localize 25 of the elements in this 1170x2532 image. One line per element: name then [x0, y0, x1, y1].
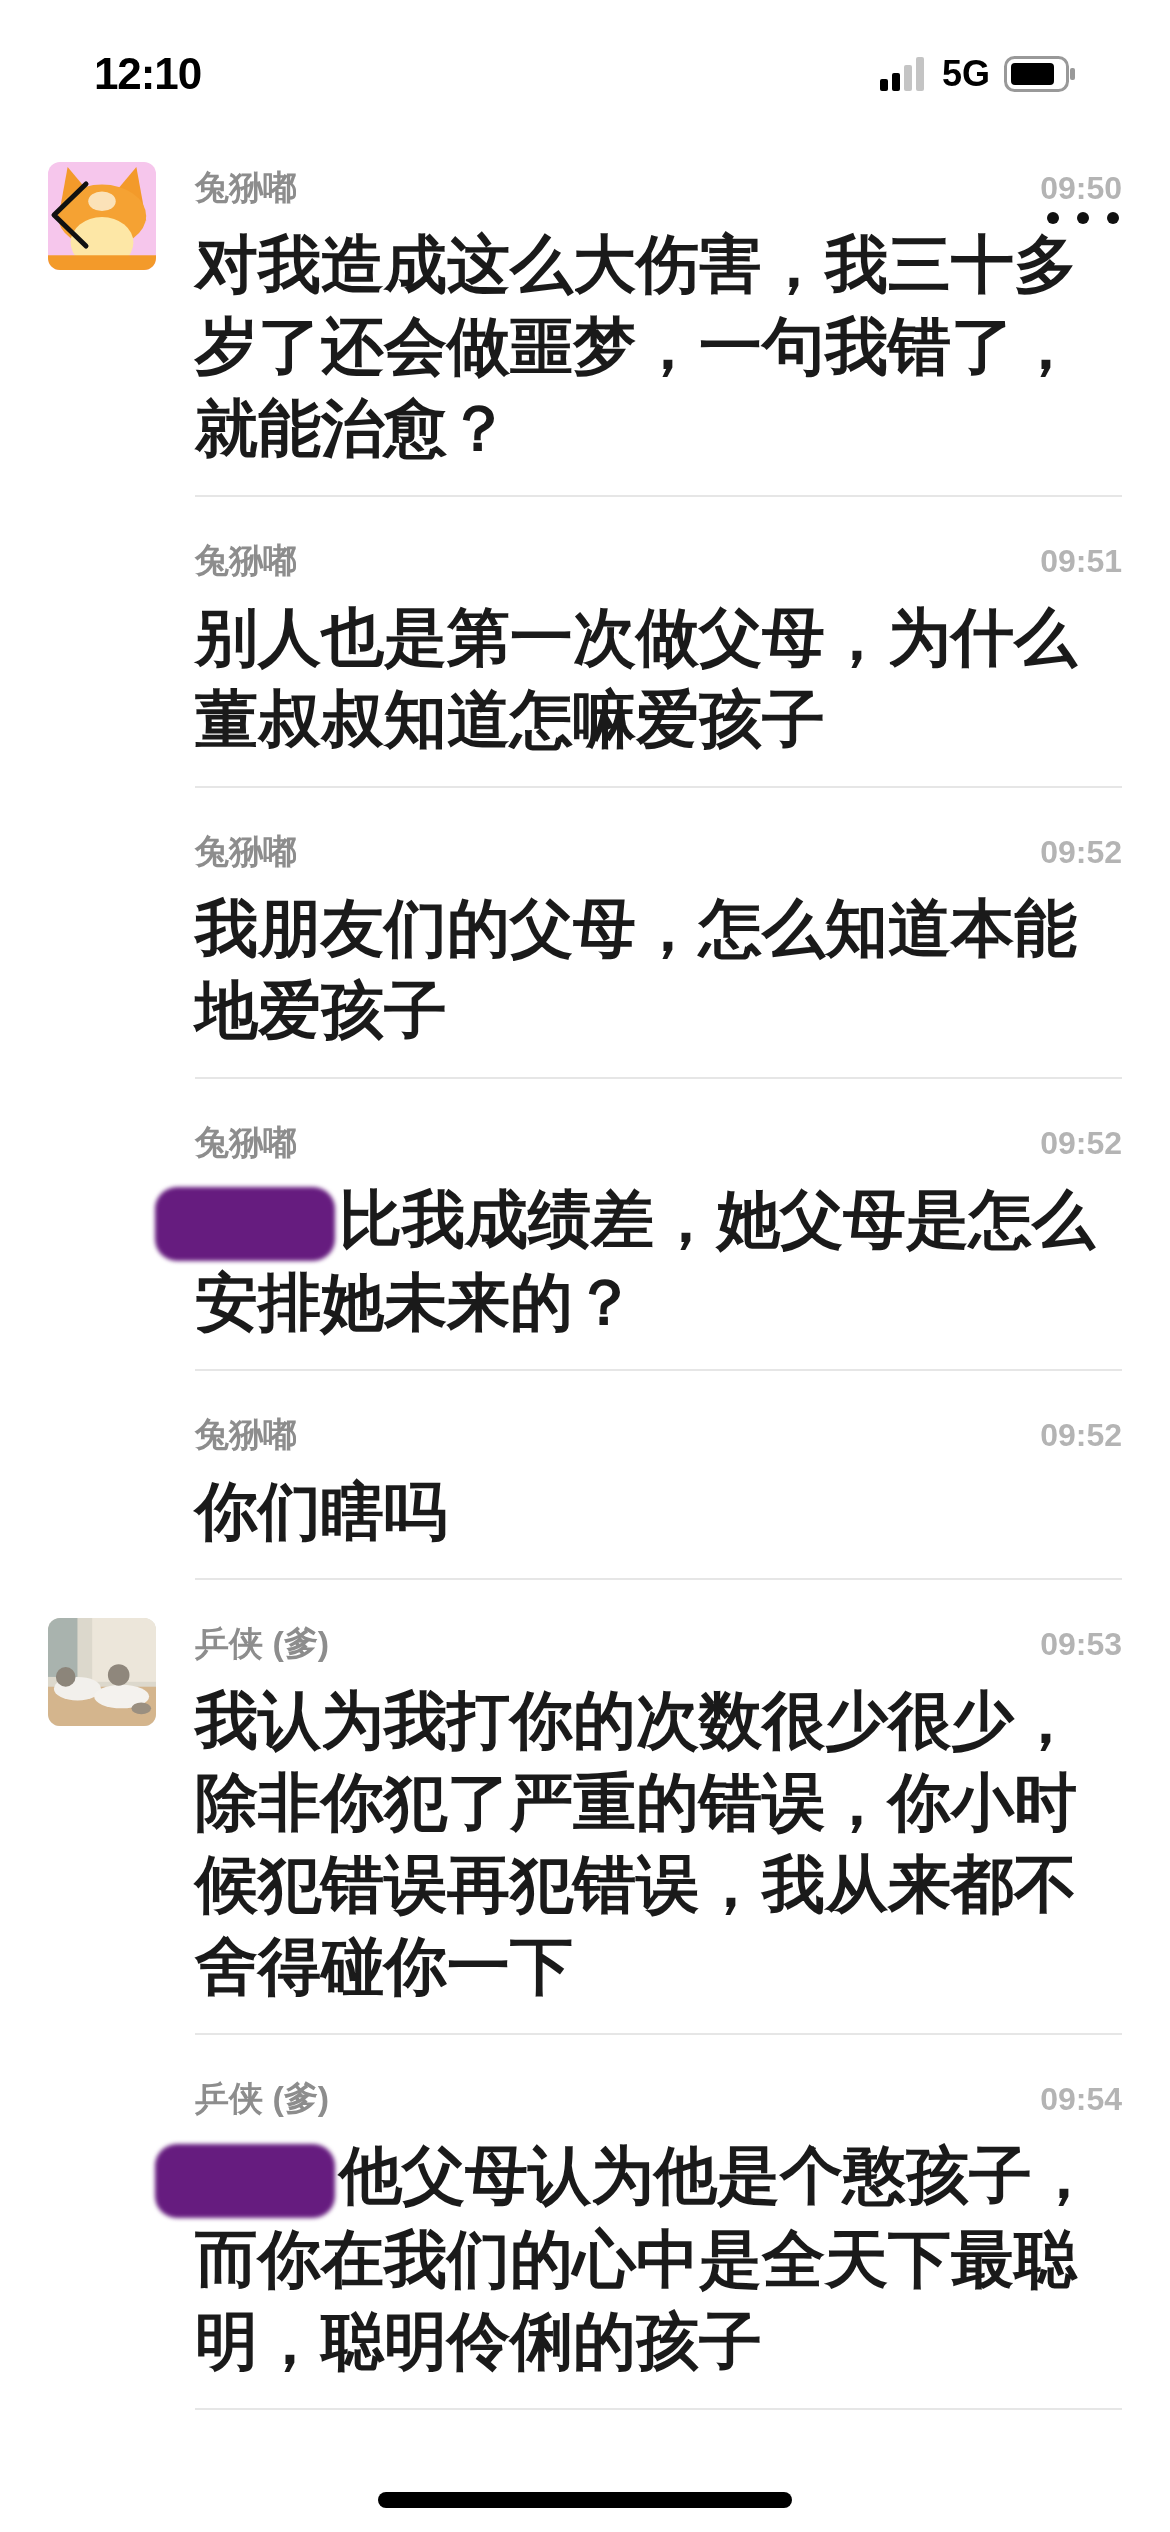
- sender-name: 兔狲嘟: [195, 1122, 297, 1163]
- status-time: 12:10: [94, 48, 202, 100]
- network-label: 5G: [941, 52, 990, 96]
- sender-name: 兔狲嘟: [195, 831, 297, 872]
- message-text: 比我成绩差，她父母是怎么安排她未来的？: [195, 1178, 1095, 1344]
- more-icon[interactable]: [1047, 212, 1119, 224]
- sender-name: 乒侠 (爹): [195, 1623, 330, 1665]
- message-text: 你们瞎吗: [195, 1475, 448, 1549]
- message-text: 别人也是第一次做父母，为什么董叔叔知道怎嘛爱孩子: [195, 601, 1079, 756]
- sender-name: 乒侠 (爹): [195, 2078, 330, 2120]
- sender-name: 兔狲嘟: [195, 540, 297, 581]
- message-text: 他父母认为他是个憨孩子，而你在我们的心中是全天下最聪明，聪明伶俐的孩子: [195, 2134, 1095, 2382]
- message-time: 09:52: [1040, 836, 1122, 868]
- message-text: 我认为我打你的次数很少很少，除非你犯了严重的错误，你小时候犯错误再犯错误，我从来都不舍得碰你一下: [195, 1684, 1078, 2004]
- message-text: 我朋友们的父母，怎么知道本能地爱孩子: [195, 892, 1078, 1047]
- message-time: 09:51: [1040, 545, 1122, 577]
- message-time: 09:53: [1040, 1628, 1122, 1661]
- sender-name: 兔狲嘟: [195, 1414, 297, 1456]
- battery-icon: [1004, 56, 1076, 92]
- message-text: 对我造成这么大伤害，我三十多岁了还会做噩梦，一句我错了，就能治愈？: [195, 228, 1078, 465]
- message-time: 09:52: [1040, 1419, 1122, 1452]
- sender-name: 兔狲嘟: [195, 167, 297, 208]
- message-time: 09:50: [1040, 172, 1122, 204]
- message-time: 09:54: [1040, 2083, 1122, 2116]
- message-time: 09:52: [1040, 1127, 1122, 1159]
